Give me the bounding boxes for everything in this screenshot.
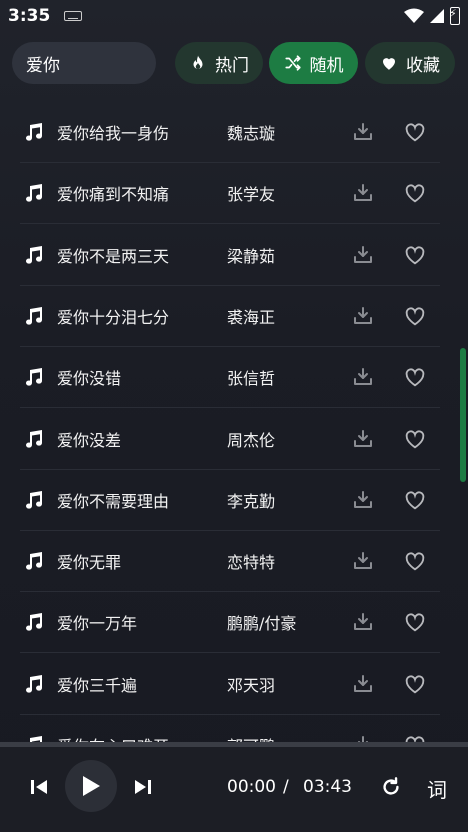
tab-random[interactable]: 随机	[269, 42, 358, 84]
song-title: 爱你给我一身伤	[57, 124, 170, 143]
scrollbar-thumb[interactable]	[460, 348, 466, 482]
favorite-heart-icon[interactable]	[404, 367, 426, 387]
song-title: 爱你痛到不知痛	[57, 185, 170, 205]
song-artist: 张学友	[227, 185, 276, 205]
song-title: 爱你一万年	[57, 614, 138, 634]
favorite-heart-icon[interactable]	[404, 245, 426, 265]
song-row[interactable]: 爱你三千遍 邓天羽	[20, 654, 440, 715]
song-row[interactable]: 爱你没差 周杰伦	[20, 409, 440, 470]
song-title: 爱你没差	[57, 430, 122, 450]
song-row[interactable]: 爱你不需要理由 李克勤	[20, 470, 440, 531]
music-note-icon	[24, 674, 44, 694]
download-icon[interactable]	[353, 122, 373, 142]
song-artist: 裘海正	[227, 307, 276, 327]
repeat-button[interactable]	[380, 776, 402, 798]
wifi-icon	[404, 8, 424, 23]
music-note-icon	[24, 367, 44, 387]
download-icon[interactable]	[353, 735, 373, 742]
song-artist: 郭可鹏	[227, 733, 275, 742]
song-title: 爱你不是两三天	[57, 246, 170, 266]
song-row[interactable]: 爱你没错 张信哲	[20, 347, 440, 409]
music-note-icon	[24, 735, 44, 742]
song-title: 爱你三千遍	[57, 675, 138, 695]
song-title: 爱你在心口难开	[57, 733, 169, 742]
tab-hot[interactable]: 热门	[175, 42, 263, 84]
music-note-icon	[24, 245, 44, 265]
music-note-icon	[24, 490, 44, 510]
favorite-heart-icon[interactable]	[404, 551, 426, 571]
song-artist: 梁静茹	[227, 246, 276, 266]
lyrics-button[interactable]: 词	[427, 774, 447, 803]
download-icon[interactable]	[353, 367, 373, 387]
favorite-heart-icon[interactable]	[404, 612, 426, 632]
song-row[interactable]: 爱你无罪 恋特特	[20, 531, 440, 593]
song-row[interactable]: 爱你在心口难开 郭可鹏	[20, 715, 440, 742]
search-box[interactable]	[12, 42, 156, 84]
download-icon[interactable]	[353, 490, 373, 510]
play-button[interactable]	[65, 760, 117, 812]
battery-icon	[449, 7, 460, 25]
shuffle-icon	[284, 55, 301, 71]
favorite-heart-icon[interactable]	[404, 306, 426, 326]
song-title: 爱你无罪	[57, 553, 122, 573]
music-note-icon	[24, 429, 44, 449]
time-separator: /	[283, 777, 289, 797]
music-note-icon	[24, 306, 44, 326]
song-list[interactable]: 爱你给我一身伤 魏志璇爱你痛到不知痛 张学友爱你不是两三天 梁静茹爱你十分泪七分 裘海正…	[0, 96, 468, 742]
status-icons	[404, 7, 460, 25]
song-title: 爱你十分泪七分	[57, 307, 170, 327]
favorite-heart-icon[interactable]	[404, 429, 426, 449]
song-row[interactable]: 爱你给我一身伤 魏志璇	[20, 102, 440, 163]
song-row[interactable]: 爱你一万年 鹏鹏/付豪	[20, 592, 440, 654]
song-artist: 魏志璇	[227, 124, 276, 143]
download-icon[interactable]	[353, 612, 373, 632]
current-time: 00:00	[227, 777, 276, 797]
song-title: 爱你不需要理由	[57, 491, 170, 511]
previous-button[interactable]	[30, 778, 48, 796]
status-time: 3:35	[8, 6, 51, 26]
music-note-icon	[24, 612, 44, 632]
song-row[interactable]: 爱你不是两三天 梁静茹	[20, 225, 440, 286]
search-input[interactable]	[26, 53, 136, 73]
download-icon[interactable]	[353, 183, 373, 203]
song-artist: 邓天羽	[227, 675, 276, 695]
song-artist: 鹏鹏/付豪	[227, 614, 297, 634]
flame-icon	[193, 55, 203, 69]
favorite-heart-icon[interactable]	[404, 735, 426, 742]
song-title: 爱你没错	[57, 369, 122, 389]
download-icon[interactable]	[353, 429, 373, 449]
download-icon[interactable]	[353, 674, 373, 694]
player-bar: 00:00 / 03:43 词	[0, 747, 468, 832]
tab-random-label: 随机	[309, 55, 344, 76]
favorite-heart-icon[interactable]	[404, 122, 426, 142]
tab-favorites[interactable]: 收藏	[365, 42, 455, 84]
keyboard-icon	[64, 11, 83, 21]
music-note-icon	[24, 183, 44, 203]
download-icon[interactable]	[353, 551, 373, 571]
total-time: 03:43	[303, 777, 352, 797]
status-bar: 3:35	[0, 0, 468, 32]
song-row[interactable]: 爱你痛到不知痛 张学友	[20, 163, 440, 225]
song-artist: 周杰伦	[227, 430, 276, 450]
download-icon[interactable]	[353, 306, 373, 326]
next-button[interactable]	[134, 778, 152, 796]
heart-icon	[383, 58, 395, 70]
favorite-heart-icon[interactable]	[404, 674, 426, 694]
music-note-icon	[24, 551, 44, 571]
favorite-heart-icon[interactable]	[404, 490, 426, 510]
favorite-heart-icon[interactable]	[404, 183, 426, 203]
play-icon	[83, 776, 100, 796]
music-note-icon	[24, 122, 44, 142]
song-artist: 张信哲	[227, 369, 276, 389]
song-row[interactable]: 爱你十分泪七分 裘海正	[20, 286, 440, 347]
song-artist: 恋特特	[227, 553, 276, 573]
top-bar: 热门 随机 收藏	[0, 32, 468, 96]
tab-favorites-label: 收藏	[406, 55, 440, 76]
tab-hot-label: 热门	[215, 55, 249, 76]
signal-icon	[430, 9, 444, 23]
song-artist: 李克勤	[227, 491, 276, 511]
download-icon[interactable]	[353, 245, 373, 265]
